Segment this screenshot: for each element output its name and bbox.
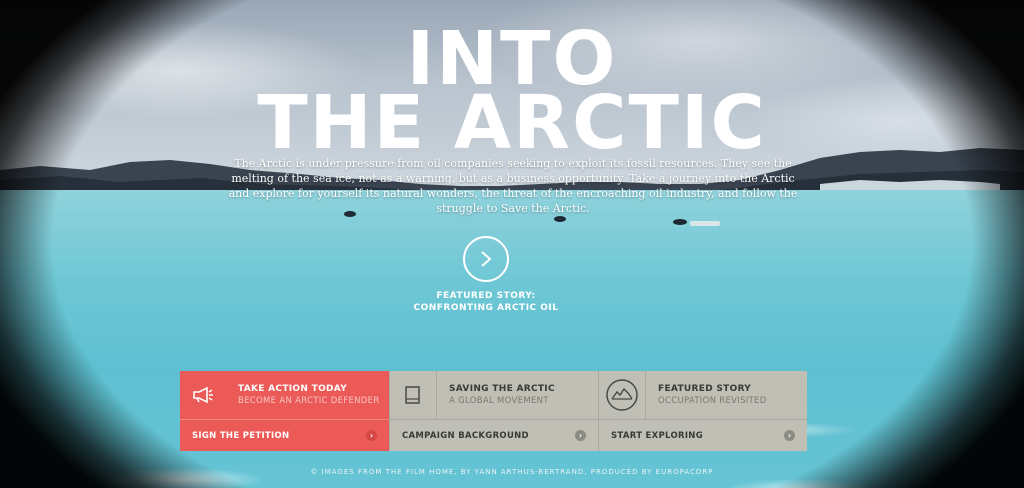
panel-heading: TAKE ACTION TODAY: [238, 384, 348, 394]
panel-subheading: A GLOBAL MOVEMENT: [449, 396, 549, 406]
chevron-right-icon: ›: [784, 430, 795, 441]
featured-story-title: CONFRONTING ARCTIC OIL: [413, 303, 559, 313]
megaphone-icon: [180, 371, 226, 419]
title-line-2: THE ARCTIC: [257, 80, 767, 166]
panel-link-label: CAMPAIGN BACKGROUND: [402, 430, 529, 441]
book-icon: [390, 371, 437, 419]
action-panels: TAKE ACTION TODAY BECOME AN ARCTIC DEFEN…: [180, 371, 808, 451]
image-credit: © IMAGES FROM THE FILM HOME, BY YANN ART…: [310, 468, 714, 476]
intro-text: The Arctic is under pressure from oil co…: [228, 157, 798, 215]
panel-take-action: TAKE ACTION TODAY BECOME AN ARCTIC DEFEN…: [180, 371, 389, 451]
panel-link-label: SIGN THE PETITION: [192, 430, 290, 441]
chevron-right-icon: ›: [575, 430, 586, 441]
mountain-circle-icon: [599, 371, 646, 419]
panel-heading: SAVING THE ARCTIC: [449, 384, 555, 394]
featured-story-link[interactable]: FEATURED STORY: CONFRONTING ARCTIC OIL: [380, 290, 592, 314]
panel-featured-story: FEATURED STORY OCCUPATION REVISITED STAR…: [598, 371, 807, 451]
chevron-right-icon: ›: [366, 430, 377, 441]
sign-petition-button[interactable]: SIGN THE PETITION ›: [180, 419, 389, 451]
chevron-right-icon: [481, 251, 492, 267]
panel-saving-arctic: SAVING THE ARCTIC A GLOBAL MOVEMENT CAMP…: [389, 371, 598, 451]
featured-story-label: FEATURED STORY:: [436, 291, 536, 301]
campaign-background-button[interactable]: CAMPAIGN BACKGROUND ›: [390, 419, 598, 451]
play-featured-story-button[interactable]: [463, 236, 509, 282]
panel-link-label: START EXPLORING: [611, 430, 703, 441]
panel-heading: FEATURED STORY: [658, 384, 752, 394]
panel-subheading: OCCUPATION REVISITED: [658, 396, 767, 406]
start-exploring-button[interactable]: START EXPLORING ›: [599, 419, 807, 451]
panel-subheading: BECOME AN ARCTIC DEFENDER: [238, 396, 380, 406]
